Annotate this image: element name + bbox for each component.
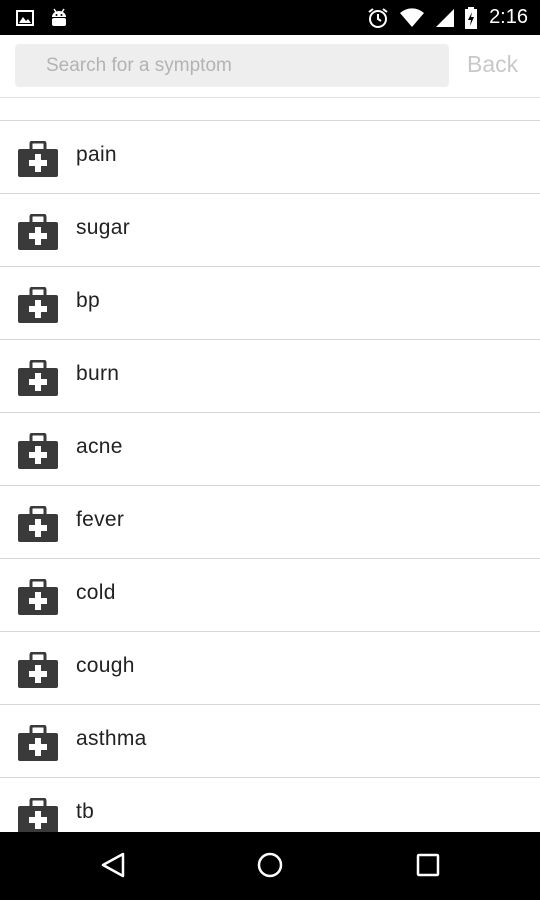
battery-charging-icon (465, 6, 478, 29)
recents-square-icon[interactable] (414, 851, 442, 884)
navigation-bar (0, 832, 540, 900)
back-triangle-icon[interactable] (100, 851, 126, 884)
list-item[interactable]: sugar (0, 194, 540, 267)
home-circle-icon[interactable] (256, 851, 284, 884)
medical-kit-icon (18, 724, 58, 761)
medical-kit-icon (18, 140, 58, 177)
search-box[interactable] (15, 44, 449, 87)
list-item[interactable]: cold (0, 559, 540, 632)
medical-kit-icon (18, 286, 58, 323)
medical-kit-icon (18, 651, 58, 688)
alarm-icon (367, 7, 389, 29)
list-item-label: cold (76, 581, 116, 604)
android-icon (50, 8, 68, 28)
medical-kit-icon (18, 505, 58, 542)
medical-kit-icon (18, 432, 58, 469)
list-item-label: fever (76, 508, 125, 531)
list-item[interactable]: acne (0, 413, 540, 486)
list-item-label: bp (76, 289, 100, 312)
medical-kit-icon (18, 359, 58, 396)
signal-icon (435, 8, 455, 28)
clock: 2:16 (489, 6, 528, 28)
list-item[interactable]: bp (0, 267, 540, 340)
list-item-label: asthma (76, 727, 147, 750)
medical-kit-icon (18, 797, 58, 832)
symptom-list[interactable]: pain sugar bp burn acne fever cold cough asthma t… (0, 97, 540, 832)
list-item[interactable]: fever (0, 486, 540, 559)
list-item[interactable]: tb (0, 778, 540, 832)
search-header: Back (0, 35, 540, 98)
wifi-icon (399, 7, 425, 28)
list-item-label: tb (76, 800, 95, 823)
medical-kit-icon (18, 578, 58, 615)
list-item[interactable]: pain (0, 121, 540, 194)
list-item[interactable]: asthma (0, 705, 540, 778)
status-bar: 2:16 (0, 0, 540, 35)
image-icon (16, 9, 34, 26)
list-item-label: pain (76, 143, 117, 166)
back-button[interactable]: Back (467, 51, 518, 78)
list-item[interactable]: burn (0, 340, 540, 413)
medical-kit-icon (18, 213, 58, 250)
list-item-label: sugar (76, 216, 131, 239)
list-item-label: burn (76, 362, 120, 385)
list-item-label: acne (76, 435, 123, 458)
list-item[interactable]: cough (0, 632, 540, 705)
list-top-divider (0, 97, 540, 121)
list-item-label: cough (76, 654, 135, 677)
search-input[interactable] (15, 44, 449, 87)
